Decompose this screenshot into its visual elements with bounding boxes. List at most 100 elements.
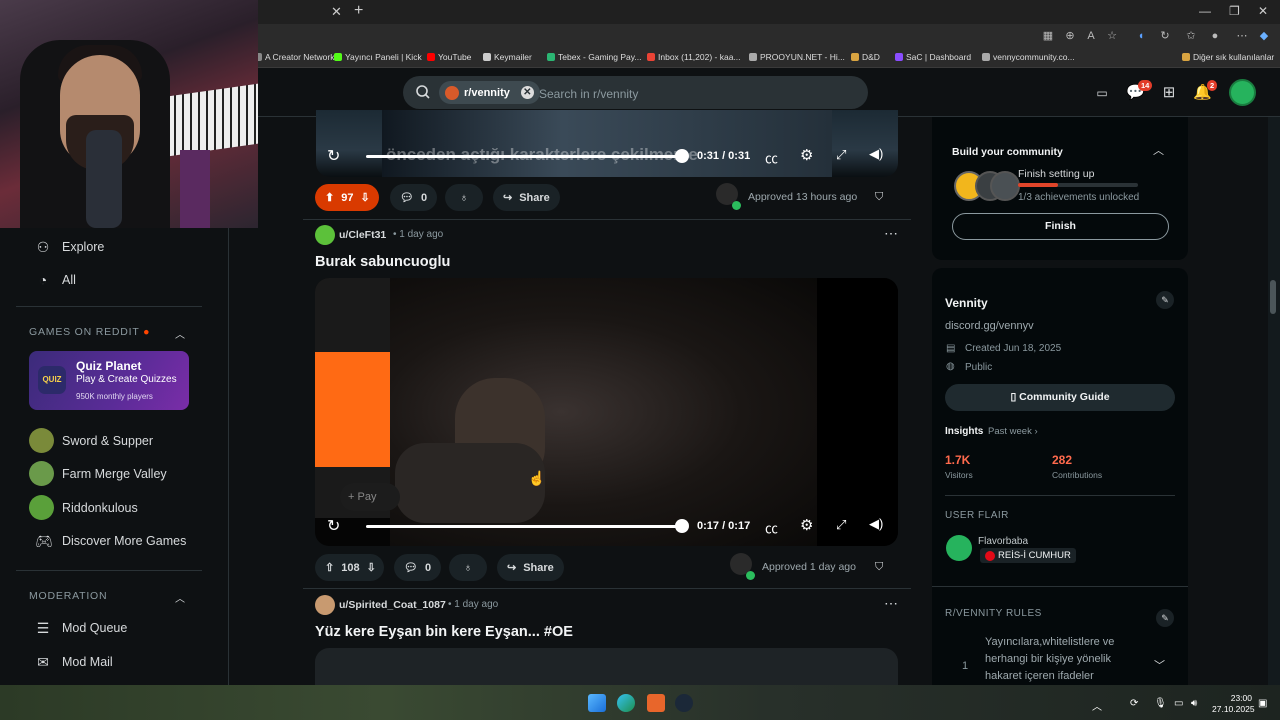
read-aloud-icon[interactable]: A bbox=[1084, 29, 1098, 43]
downvote-icon[interactable]: ⇩ bbox=[360, 191, 369, 204]
menu-dots-icon[interactable]: ⋯ bbox=[1235, 29, 1249, 43]
replay-icon[interactable]: ↻ bbox=[327, 146, 340, 166]
edit-icon[interactable]: ✎ bbox=[1156, 609, 1174, 627]
video-progress-knob[interactable] bbox=[675, 149, 689, 163]
app-icon[interactable]: ▦ bbox=[1041, 29, 1055, 43]
app-icon[interactable] bbox=[647, 694, 665, 712]
games-section-title[interactable]: GAMES ON REDDIT ● bbox=[29, 326, 150, 338]
user-avatar[interactable] bbox=[1229, 79, 1256, 106]
nav-explore[interactable]: ⚇ Explore bbox=[35, 239, 105, 255]
tray-chevron-icon[interactable]: ︿ bbox=[1092, 698, 1102, 713]
bookmark-item[interactable]: Inbox (11,202) - kaa... bbox=[647, 52, 741, 62]
chevron-down-icon[interactable]: ﹀ bbox=[1154, 657, 1165, 673]
bookmark-item[interactable]: Tebex - Gaming Pay... bbox=[547, 52, 641, 62]
game-farm-merge[interactable]: Farm Merge Valley bbox=[29, 461, 167, 486]
bookmark-item[interactable]: Diğer sık kullanılanlar bbox=[1182, 52, 1274, 62]
mic-icon[interactable]: 🎙︎ bbox=[1154, 698, 1167, 709]
insights-period[interactable]: Past week › bbox=[988, 426, 1038, 437]
extension-icon[interactable]: ◖ bbox=[1134, 29, 1148, 43]
post-video[interactable] bbox=[315, 648, 898, 685]
chip-clear-icon[interactable]: ✕ bbox=[520, 86, 534, 99]
post-video[interactable]: + Pay bbox=[315, 278, 898, 546]
bookmark-item[interactable]: vennycommunity.co... bbox=[982, 52, 1075, 62]
share-button[interactable]: ↪ Share bbox=[497, 554, 564, 581]
volume-icon[interactable]: ◀) bbox=[869, 146, 883, 162]
network-icon[interactable]: ▭ bbox=[1174, 698, 1183, 709]
fullscreen-icon[interactable]: ⤢ bbox=[836, 517, 846, 533]
tab-close-icon[interactable]: ✕ bbox=[331, 4, 342, 20]
bookmark-item[interactable]: YouTube bbox=[427, 52, 471, 62]
game-sword-supper[interactable]: Sword & Supper bbox=[29, 428, 153, 453]
finish-button[interactable]: Finish bbox=[952, 213, 1169, 240]
notification-center-icon[interactable]: ▣ bbox=[1258, 698, 1267, 709]
game-riddonkulous[interactable]: Riddonkulous bbox=[29, 495, 138, 520]
new-tab-icon[interactable]: + bbox=[354, 2, 363, 20]
video-progress[interactable] bbox=[366, 525, 682, 528]
mod-shield-icon[interactable]: ⛉ bbox=[875, 191, 887, 203]
volume-icon[interactable]: ◀) bbox=[869, 516, 883, 532]
nav-mod-mail[interactable]: ✉ Mod Mail bbox=[35, 654, 113, 670]
volume-tray-icon[interactable]: 🔊︎ bbox=[1191, 698, 1197, 709]
chevron-up-icon[interactable]: ︿ bbox=[175, 326, 185, 341]
copilot-icon[interactable]: ◆ bbox=[1257, 29, 1271, 43]
award-button[interactable]: ♁ bbox=[449, 554, 487, 581]
minimize-icon[interactable]: — bbox=[1199, 4, 1211, 18]
vote-control[interactable]: ⇧ 108 ⇩ bbox=[315, 554, 384, 581]
post-author[interactable]: u/Spirited_Coat_1087 bbox=[339, 599, 446, 611]
windows-start-icon[interactable] bbox=[588, 694, 606, 712]
close-window-icon[interactable]: ✕ bbox=[1258, 4, 1268, 18]
downvote-icon[interactable]: ⇩ bbox=[367, 561, 376, 574]
share-button[interactable]: ↪ Share bbox=[493, 184, 560, 211]
advertise-icon[interactable]: ▭ bbox=[1093, 84, 1111, 102]
upvote-icon[interactable]: ⬆ bbox=[325, 191, 334, 204]
settings-gear-icon[interactable]: ⚙ bbox=[800, 146, 813, 164]
upvote-icon[interactable]: ⇧ bbox=[325, 561, 334, 574]
taskbar-clock[interactable]: 23:00 27.10.2025 bbox=[1212, 693, 1255, 715]
restore-icon[interactable]: ❐ bbox=[1229, 4, 1240, 18]
nav-all[interactable]: ◔ All bbox=[35, 272, 76, 288]
bookmark-item[interactable]: PROOYUN.NET - Hi... bbox=[749, 52, 845, 62]
bookmark-item[interactable]: A Creator Network bbox=[254, 52, 334, 62]
create-post-icon[interactable]: ⊞ bbox=[1160, 84, 1178, 102]
captions-icon[interactable]: ㏄ bbox=[765, 518, 778, 537]
fullscreen-icon[interactable]: ⤢ bbox=[836, 147, 846, 163]
post-video[interactable] bbox=[316, 110, 898, 177]
bookmark-item[interactable]: SaC | Dashboard bbox=[895, 52, 971, 62]
favorite-icon[interactable]: ☆ bbox=[1105, 29, 1119, 43]
page-scrollbar[interactable] bbox=[1268, 117, 1280, 685]
discover-games[interactable]: 🎮︎ Discover More Games bbox=[35, 533, 186, 549]
video-progress-knob[interactable] bbox=[675, 519, 689, 533]
subreddit-chip[interactable]: r/vennity ✕ bbox=[439, 81, 540, 104]
post-title[interactable]: Yüz kere Eyşan bin kere Eyşan... #OE bbox=[315, 624, 573, 640]
award-button[interactable]: ♁ bbox=[445, 184, 483, 211]
bookmark-item[interactable]: D&D bbox=[851, 52, 880, 62]
moderation-section-title[interactable]: MODERATION bbox=[29, 590, 107, 602]
replay-icon[interactable]: ↻ bbox=[327, 516, 340, 536]
video-progress[interactable] bbox=[366, 155, 682, 158]
rule-text[interactable]: Yayıncılara,whitelistlere ve herhangi bi… bbox=[985, 634, 1114, 685]
zoom-icon[interactable]: ⊕ bbox=[1063, 29, 1077, 43]
profile-icon[interactable]: ● bbox=[1208, 29, 1222, 43]
chevron-up-icon[interactable]: ︿ bbox=[175, 590, 185, 605]
mod-shield-icon[interactable]: ⛉ bbox=[875, 561, 887, 573]
community-guide-button[interactable]: ▯ Community Guide bbox=[945, 384, 1175, 411]
more-options-icon[interactable]: ⋯ bbox=[884, 225, 899, 242]
post-title[interactable]: Burak sabuncuoglu bbox=[315, 254, 450, 270]
chevron-up-icon[interactable]: ︿ bbox=[1153, 142, 1164, 158]
author-avatar[interactable] bbox=[315, 225, 335, 245]
comments-button[interactable]: 💬︎ 0 bbox=[390, 184, 438, 211]
captions-icon[interactable]: ㏄ bbox=[765, 148, 778, 167]
bookmark-item[interactable]: Keymailer bbox=[483, 52, 532, 62]
edit-icon[interactable]: ✎ bbox=[1156, 291, 1174, 309]
author-avatar[interactable] bbox=[315, 595, 335, 615]
scrollbar-thumb[interactable] bbox=[1270, 280, 1276, 314]
more-options-icon[interactable]: ⋯ bbox=[884, 595, 899, 612]
vote-control[interactable]: ⬆ 97 ⇩ bbox=[315, 184, 379, 211]
refresh-extension-icon[interactable]: ↻ bbox=[1158, 29, 1172, 43]
post-author[interactable]: u/CleFt31 bbox=[339, 229, 386, 241]
favorites-list-icon[interactable]: ✩ bbox=[1184, 29, 1198, 43]
steam-icon[interactable] bbox=[675, 694, 693, 712]
comments-button[interactable]: 💬︎ 0 bbox=[394, 554, 442, 581]
bookmark-item[interactable]: Yayıncı Paneli | Kick bbox=[334, 52, 422, 62]
settings-gear-icon[interactable]: ⚙ bbox=[800, 516, 813, 534]
